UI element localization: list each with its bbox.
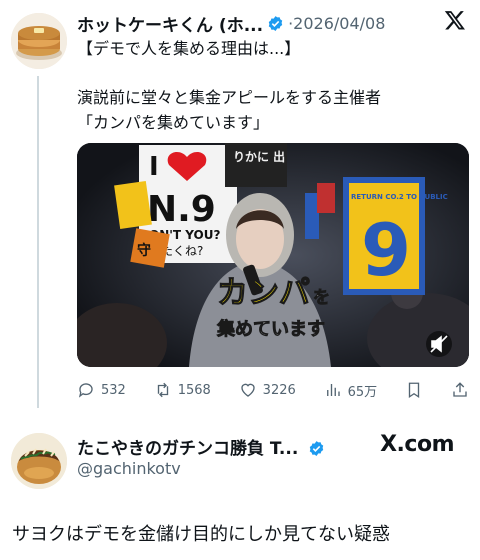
- views-count: 65万: [347, 384, 378, 400]
- video-caption-main: カンパ: [217, 275, 310, 311]
- avatar[interactable]: [11, 13, 67, 69]
- post-actions: 532 1568 3226 65万: [77, 378, 469, 402]
- display-name[interactable]: ホットケーキくん (ホ...: [77, 11, 263, 36]
- sign-text: RETURN CO.2 TO PUBLIC: [351, 193, 448, 201]
- sign-text: I: [149, 152, 159, 182]
- reply-button[interactable]: 532: [77, 381, 126, 399]
- protest-sign: [114, 180, 152, 230]
- views-button[interactable]: 65万: [324, 381, 378, 400]
- bookmark-button[interactable]: [405, 381, 423, 399]
- takoyaki-avatar-icon: [11, 433, 67, 489]
- sign-text: りかに 出: [233, 149, 285, 164]
- like-icon: [240, 383, 255, 397]
- post-text-body: 演説前に堂々と集金アピールをする主催者 「カンパを集めています」: [77, 85, 381, 135]
- reply-count: 532: [101, 382, 126, 398]
- bookmark-icon: [408, 382, 420, 399]
- repost-icon: [157, 382, 168, 398]
- share-button[interactable]: [451, 381, 469, 399]
- repost-button[interactable]: 1568: [154, 381, 211, 399]
- video-caption-line2: 集めています: [216, 318, 325, 340]
- sign-text: 守: [137, 242, 151, 259]
- post-text: サヨクはデモを金儲け目的にしか見てない疑惑: [12, 524, 390, 545]
- sign-number: 9: [361, 208, 411, 292]
- verified-badge-icon: [310, 441, 324, 456]
- video-caption-particle: を: [313, 288, 330, 308]
- pancake-avatar-icon: [11, 13, 67, 69]
- display-name-text[interactable]: たこやきのガチンコ勝負 T...: [77, 439, 298, 459]
- x-logo-icon[interactable]: [444, 9, 466, 31]
- views-icon: [326, 384, 340, 396]
- post-header: ホットケーキくん (ホ... ·2026/04/08: [77, 10, 466, 36]
- flag: [317, 183, 335, 213]
- video-frame: I N.9 ON'T YOU? たくね? 守 りかに 出 9 RETURN CO…: [77, 143, 469, 367]
- like-button[interactable]: 3226: [239, 381, 296, 399]
- reply-icon: [78, 383, 93, 398]
- post-date[interactable]: ·2026/04/08: [288, 14, 385, 33]
- sign-text: N.9: [147, 189, 216, 230]
- like-count: 3226: [262, 382, 296, 398]
- thread-connector-line: [37, 76, 39, 408]
- post-video[interactable]: I N.9 ON'T YOU? たくね? 守 りかに 出 9 RETURN CO…: [77, 143, 469, 367]
- xcom-brand-label: X.com: [380, 432, 454, 457]
- repost-count: 1568: [177, 382, 211, 398]
- display-name: たこやきのガチンコ勝負 T...: [77, 434, 325, 459]
- post-text-line-2: 演説前に堂々と集金アピールをする主催者: [77, 88, 382, 107]
- post-text-line-1: 【デモで人を集める理由は...】: [77, 39, 301, 58]
- share-icon: [453, 382, 467, 397]
- avatar[interactable]: [11, 433, 67, 489]
- flag: [305, 193, 319, 239]
- post-text-line-3: 「カンパを集めています」: [77, 113, 270, 132]
- verified-badge-icon: [268, 15, 283, 31]
- user-handle[interactable]: @gachinkotv: [77, 459, 181, 478]
